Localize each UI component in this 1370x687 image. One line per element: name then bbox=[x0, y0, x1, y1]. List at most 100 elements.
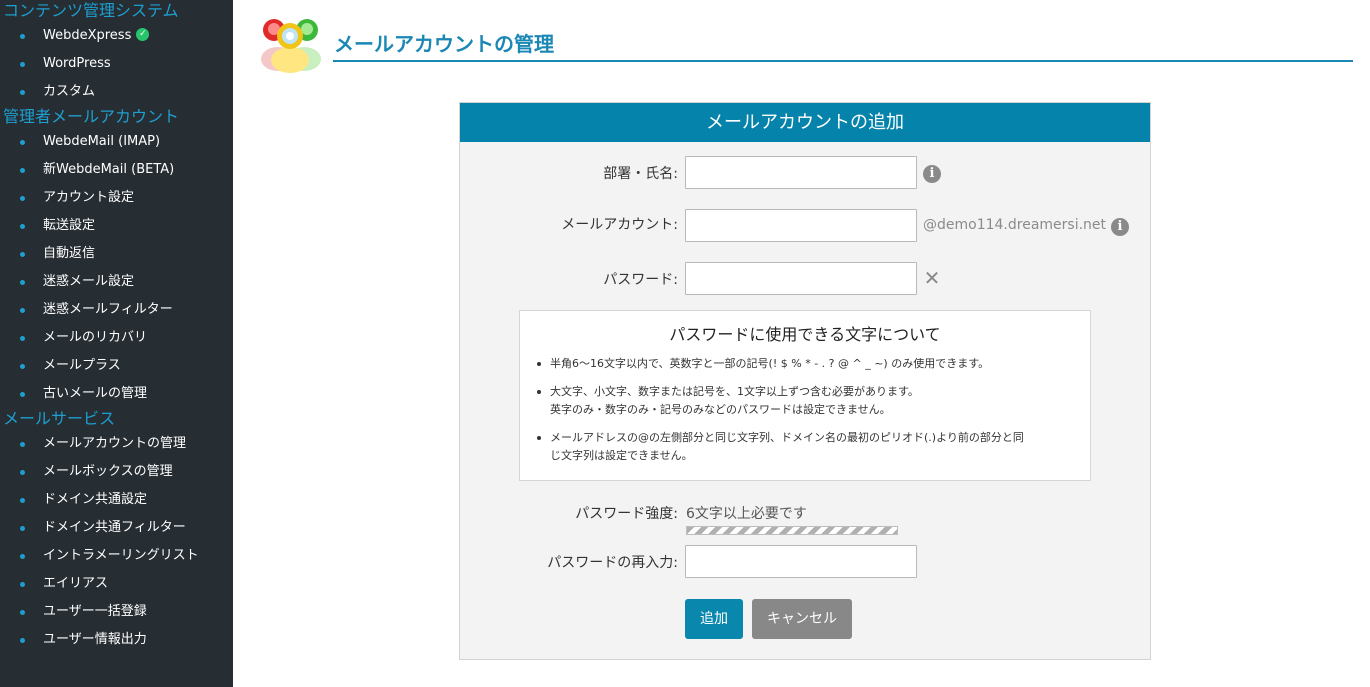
sidebar-item-label: ドメイン共通フィルター bbox=[43, 520, 186, 535]
sidebar-item-mailboxes[interactable]: メールボックスの管理 bbox=[0, 458, 233, 486]
rule-text: メールアドレスの@の左側部分と同じ文字列、ドメイン名の最初のピリオド(.)より前… bbox=[550, 431, 1024, 444]
rule-text: 英字のみ・数字のみ・記号のみなどのパスワードは設定できません。 bbox=[550, 403, 891, 416]
bullet-icon bbox=[20, 280, 25, 285]
rule-item: メールアドレスの@の左側部分と同じ文字列、ドメイン名の最初のピリオド(.)より前… bbox=[537, 429, 1082, 465]
sidebar-item-label: カスタム bbox=[43, 84, 96, 99]
sidebar-item-label: アカウント設定 bbox=[43, 190, 135, 205]
bullet-icon bbox=[537, 436, 541, 440]
sidebar-item-webdexpress[interactable]: WebdeXpress ✓ bbox=[0, 22, 233, 50]
bullet-icon bbox=[20, 554, 25, 559]
sidebar-section-cms: コンテンツ管理システム WebdeXpress ✓ WordPress カスタム bbox=[0, 0, 233, 106]
account-label: メールアカウント: bbox=[561, 217, 678, 233]
sidebar-item-label: ユーザー情報出力 bbox=[43, 632, 147, 647]
sidebar-item-label: WebdeXpress bbox=[43, 28, 132, 43]
confirm-password-input[interactable] bbox=[685, 545, 917, 578]
sidebar-item-label: 転送設定 bbox=[43, 218, 96, 233]
sidebar-item-domain-settings[interactable]: ドメイン共通設定 bbox=[0, 486, 233, 514]
bullet-icon bbox=[20, 308, 25, 313]
bullet-icon bbox=[20, 196, 25, 201]
confirm-label: パスワードの再入力: bbox=[547, 555, 678, 571]
cancel-button[interactable]: キャンセル bbox=[752, 599, 852, 639]
bullet-icon bbox=[20, 526, 25, 531]
rule-item: 半角6〜16文字以内で、英数字と一部の記号(! $ % * - . ? @ ^ … bbox=[537, 355, 1082, 373]
bullet-icon bbox=[20, 442, 25, 447]
sidebar-item-mail-accounts[interactable]: メールアカウントの管理 bbox=[0, 430, 233, 458]
sidebar-item-label: 古いメールの管理 bbox=[43, 386, 148, 401]
bullet-icon bbox=[20, 34, 25, 39]
sidebar-item-mail-recovery[interactable]: メールのリカバリ bbox=[0, 324, 233, 352]
sidebar-item-label: エイリアス bbox=[43, 576, 109, 591]
strength-text: 6文字以上必要です bbox=[686, 506, 807, 522]
rules-title: パスワードに使用できる文字について bbox=[669, 325, 941, 344]
close-icon[interactable]: ✕ bbox=[923, 268, 941, 288]
sidebar-item-alias[interactable]: エイリアス bbox=[0, 570, 233, 598]
bullet-icon bbox=[20, 252, 25, 257]
sidebar-item-bulk-register[interactable]: ユーザー一括登録 bbox=[0, 598, 233, 626]
name-input[interactable] bbox=[685, 156, 917, 189]
account-input[interactable] bbox=[685, 209, 917, 242]
sidebar-item-label: 新WebdeMail (BETA) bbox=[43, 162, 175, 177]
sidebar-item-label: WordPress bbox=[43, 56, 111, 71]
sidebar-item-custom[interactable]: カスタム bbox=[0, 78, 233, 106]
add-account-panel: メールアカウントの追加 部署・氏名: i メールアカウント: @demo114.… bbox=[459, 102, 1151, 660]
bullet-icon bbox=[20, 364, 25, 369]
password-input[interactable] bbox=[685, 262, 917, 295]
sidebar-item-mail-plus[interactable]: メールプラス bbox=[0, 352, 233, 380]
sidebar-item-domain-filter[interactable]: ドメイン共通フィルター bbox=[0, 514, 233, 542]
check-icon: ✓ bbox=[136, 28, 150, 41]
sidebar-item-label: 迷惑メール設定 bbox=[43, 274, 135, 289]
page-title: メールアカウントの管理 bbox=[334, 32, 554, 56]
rule-item: 大文字、小文字、数字または記号を、1文字以上ずつ含む必要があります。 英字のみ・… bbox=[537, 383, 1082, 419]
bullet-icon bbox=[537, 390, 541, 394]
rule-text: 半角6〜16文字以内で、英数字と一部の記号(! $ % * - . ? @ ^ … bbox=[550, 357, 990, 370]
sidebar-item-spam-filter[interactable]: 迷惑メールフィルター bbox=[0, 296, 233, 324]
sidebar-item-label: ユーザー一括登録 bbox=[43, 604, 147, 619]
sidebar-item-user-export[interactable]: ユーザー情報出力 bbox=[0, 626, 233, 654]
sidebar-item-intra-mailing-list[interactable]: イントラメーリングリスト bbox=[0, 542, 233, 570]
sidebar-item-webdemail-imap[interactable]: WebdeMail (IMAP) bbox=[0, 128, 233, 156]
sidebar-item-label: 自動返信 bbox=[43, 246, 96, 261]
bullet-icon bbox=[20, 498, 25, 503]
bullet-icon bbox=[20, 90, 25, 95]
sidebar-item-spam-settings[interactable]: 迷惑メール設定 bbox=[0, 268, 233, 296]
sidebar-item-old-mail[interactable]: 古いメールの管理 bbox=[0, 380, 233, 408]
sidebar-item-label: WebdeMail (IMAP) bbox=[43, 134, 161, 149]
bullet-icon bbox=[20, 168, 25, 173]
sidebar-item-label: メールアカウントの管理 bbox=[43, 436, 187, 451]
bullet-icon bbox=[20, 638, 25, 643]
password-rules-box: パスワードに使用できる文字について 半角6〜16文字以内で、英数字と一部の記号(… bbox=[519, 310, 1091, 481]
sidebar-item-label: ドメイン共通設定 bbox=[43, 492, 148, 507]
sidebar-item-new-webdemail[interactable]: 新WebdeMail (BETA) bbox=[0, 156, 233, 184]
sidebar-item-forwarding[interactable]: 転送設定 bbox=[0, 212, 233, 240]
bullet-icon bbox=[20, 470, 25, 475]
sidebar-item-label: メールのリカバリ bbox=[43, 330, 148, 345]
domain-suffix: @demo114.dreamersi.net bbox=[923, 217, 1107, 233]
page-header: メールアカウントの管理 bbox=[258, 14, 1353, 74]
bullet-icon bbox=[20, 224, 25, 229]
rule-text: 大文字、小文字、数字または記号を、1文字以上ずつ含む必要があります。 bbox=[550, 385, 919, 398]
sidebar-item-wordpress[interactable]: WordPress bbox=[0, 50, 233, 78]
name-label: 部署・氏名: bbox=[603, 166, 678, 182]
bullet-icon bbox=[537, 362, 541, 366]
sidebar-item-label: 迷惑メールフィルター bbox=[43, 302, 173, 317]
rule-text: じ文字列は設定できません。 bbox=[550, 449, 693, 462]
info-icon[interactable]: i bbox=[923, 165, 941, 183]
sidebar-section-title: 管理者メールアカウント bbox=[3, 107, 180, 126]
sidebar-item-auto-reply[interactable]: 自動返信 bbox=[0, 240, 233, 268]
bullet-icon bbox=[20, 336, 25, 341]
password-label: パスワード: bbox=[603, 272, 678, 288]
bullet-icon bbox=[20, 392, 25, 397]
strength-meter bbox=[686, 526, 898, 535]
title-divider bbox=[333, 60, 1353, 62]
bullet-icon bbox=[20, 140, 25, 145]
sidebar-section-admin-mail: 管理者メールアカウント WebdeMail (IMAP) 新WebdeMail … bbox=[0, 106, 233, 408]
info-icon[interactable]: i bbox=[1111, 218, 1129, 236]
strength-label: パスワード強度: bbox=[575, 506, 678, 522]
sidebar-item-label: イントラメーリングリスト bbox=[43, 548, 199, 563]
sidebar-item-account-settings[interactable]: アカウント設定 bbox=[0, 184, 233, 212]
sidebar: コンテンツ管理システム WebdeXpress ✓ WordPress カスタム … bbox=[0, 0, 233, 687]
sidebar-section-mail-service: メールサービス メールアカウントの管理 メールボックスの管理 ドメイン共通設定 … bbox=[0, 408, 233, 654]
bullet-icon bbox=[20, 582, 25, 587]
add-button[interactable]: 追加 bbox=[685, 599, 743, 639]
sidebar-section-title: コンテンツ管理システム bbox=[3, 1, 179, 20]
